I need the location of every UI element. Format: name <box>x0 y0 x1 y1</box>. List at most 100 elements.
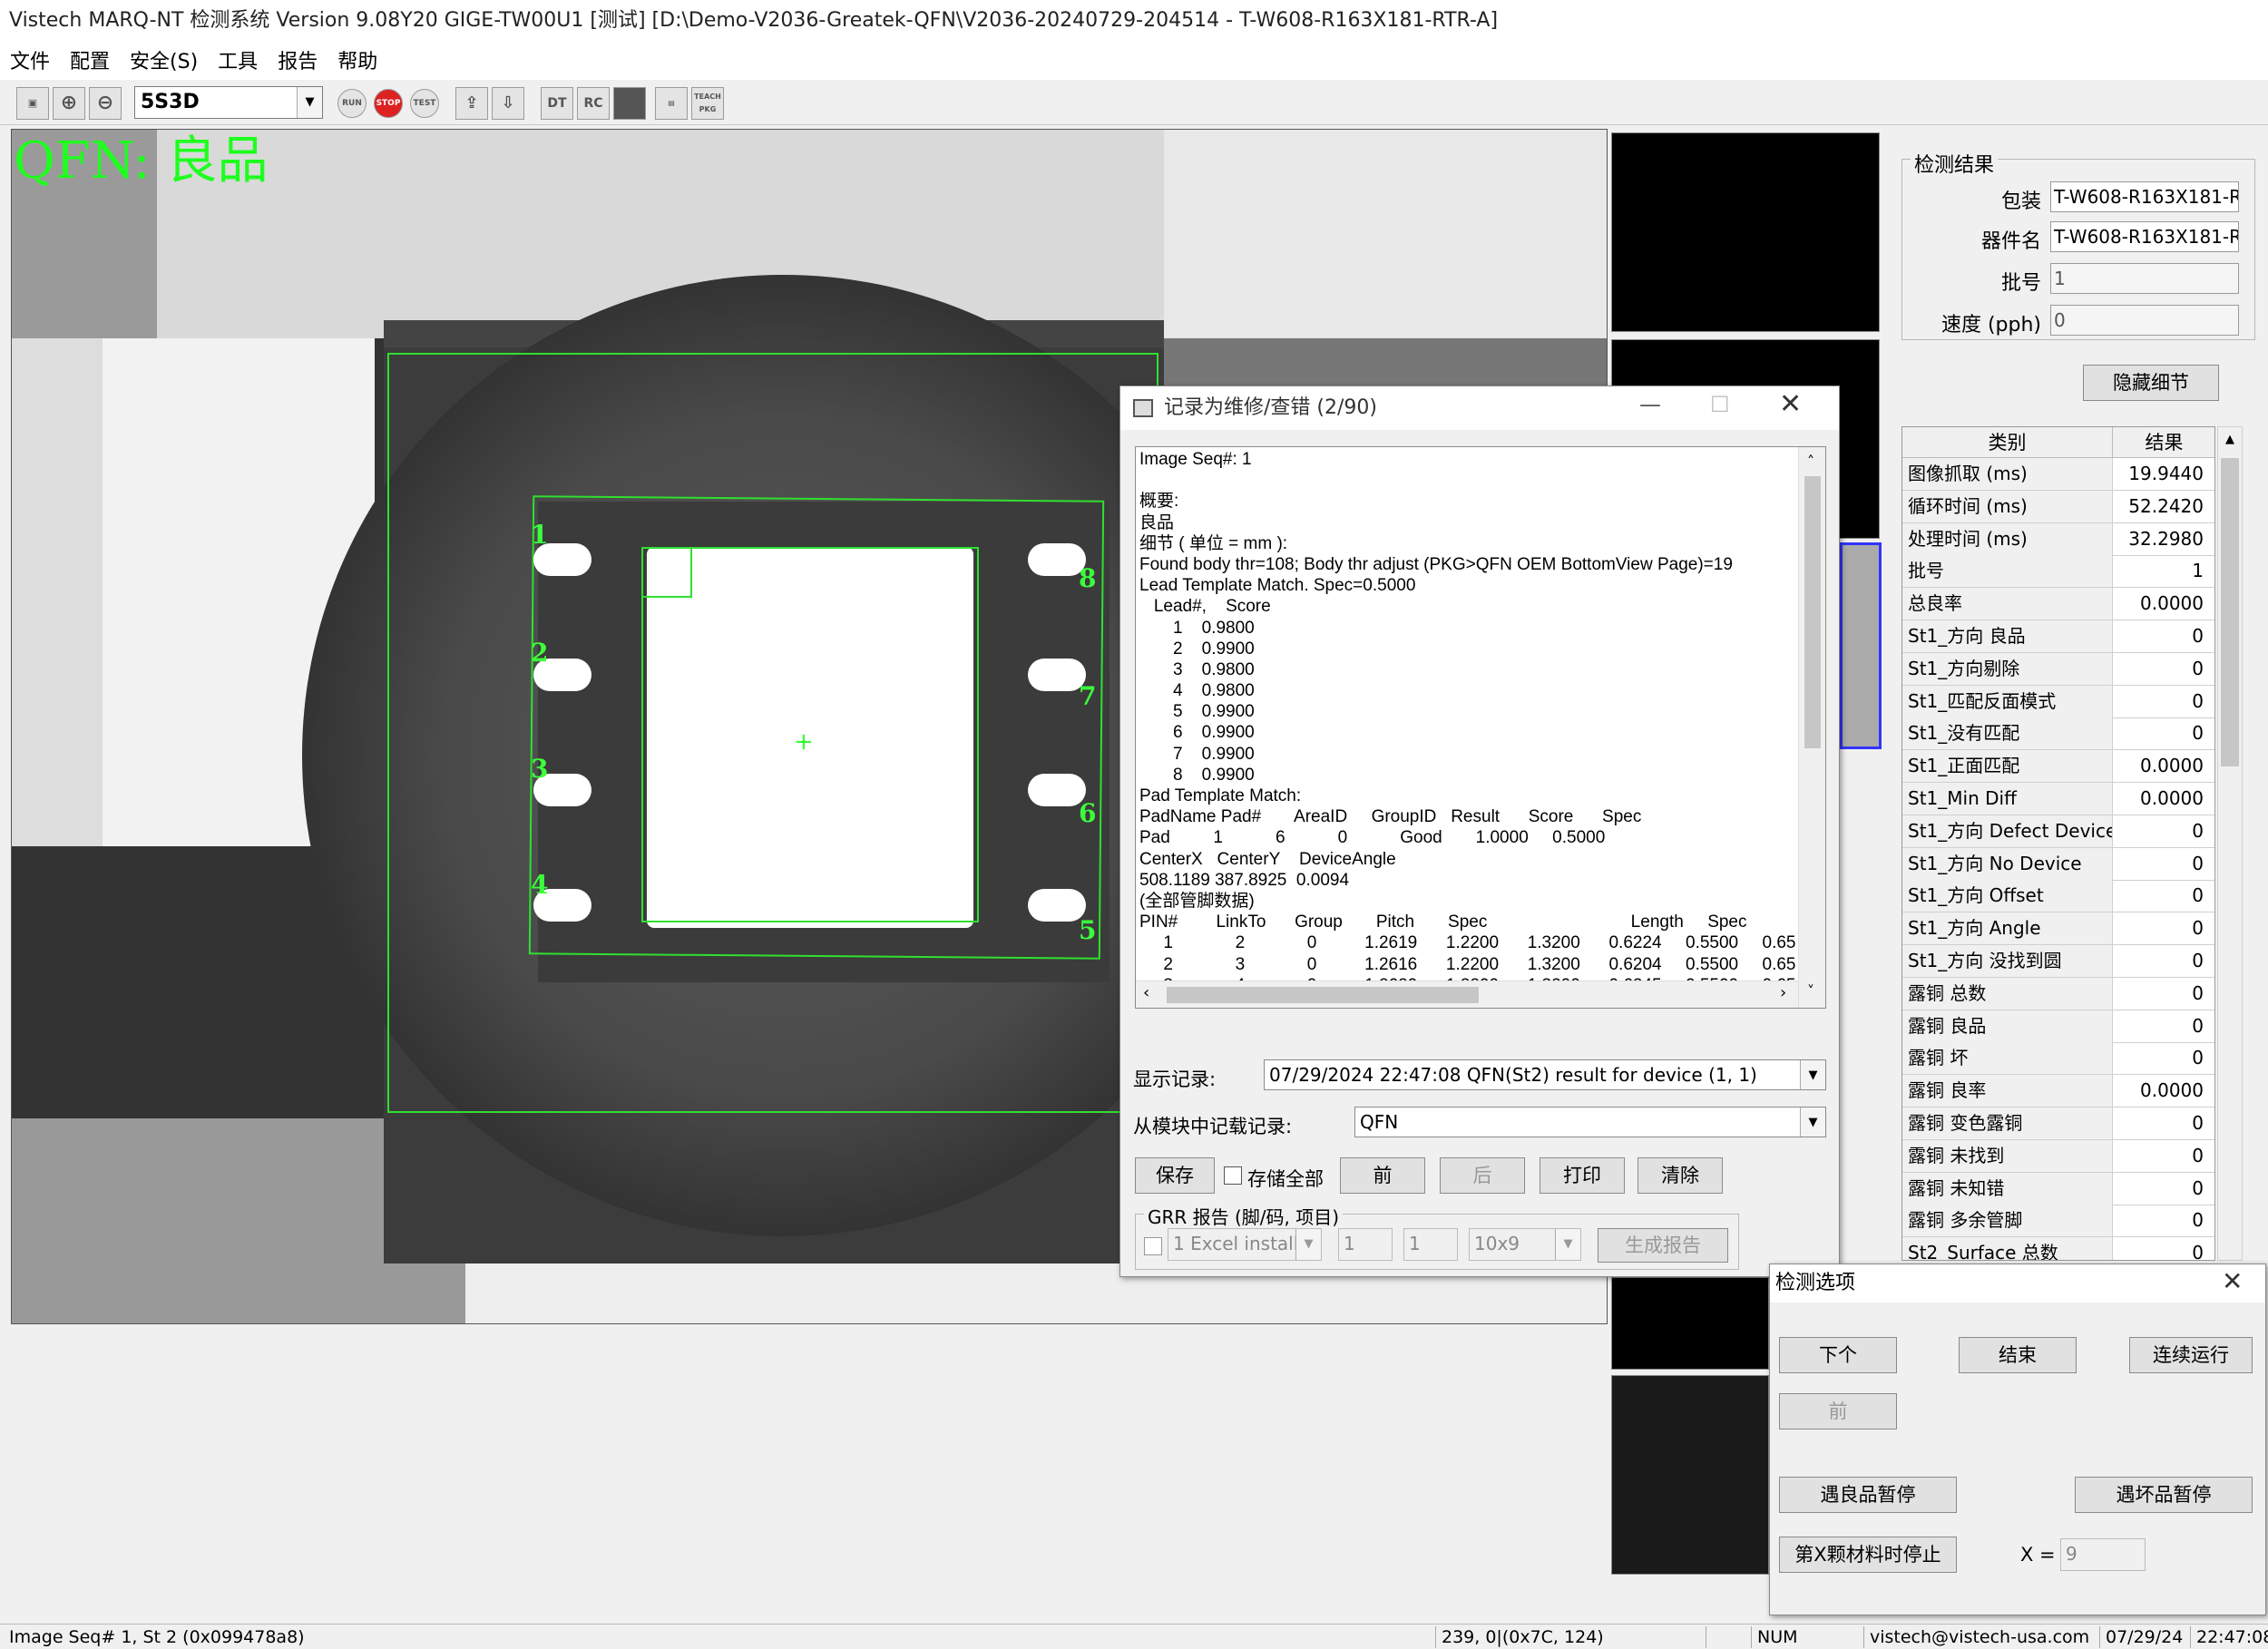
table-row[interactable]: 露铜 未知错 0 <box>1902 1172 2214 1205</box>
test-button[interactable]: TEST <box>410 89 439 118</box>
table-row[interactable]: 批号 1 <box>1902 555 2214 589</box>
save-image-button[interactable] <box>613 87 646 120</box>
speed-field[interactable]: 0 <box>2050 305 2239 336</box>
log-vscroll[interactable]: ˄ ˅ <box>1798 447 1825 1008</box>
scroll-down-icon[interactable]: ˅ <box>1807 982 1814 1000</box>
scroll-up-icon[interactable]: ˄ <box>1807 453 1814 470</box>
table-row[interactable]: 露铜 总数 0 <box>1902 977 2214 1010</box>
config-select[interactable]: 5S3D ▼ <box>134 86 323 119</box>
table-row[interactable]: St1_没有匹配 0 <box>1902 717 2214 751</box>
table-row[interactable]: 露铜 多余管脚 0 <box>1902 1205 2214 1238</box>
table-row[interactable]: St1_匹配反面模式 0 <box>1902 685 2214 718</box>
lot-field[interactable]: 1 <box>2050 263 2239 294</box>
results-table[interactable]: 类别 结果 图像抓取 (ms) 19.9440 循环时间 (ms) 52.2420 处理… <box>1901 426 2215 1261</box>
stop-button[interactable]: STOP <box>374 89 403 118</box>
prev-button[interactable]: 前 <box>1779 1393 1897 1429</box>
clear-button[interactable]: 清除 <box>1637 1157 1723 1194</box>
station-thumbnail-selected[interactable] <box>1840 542 1882 749</box>
table-row[interactable]: St1_方向 Offset 0 <box>1902 880 2214 913</box>
scroll-up-icon[interactable]: ▲ <box>2218 427 2242 453</box>
menu-security[interactable]: 安全(S) <box>120 44 208 81</box>
table-row[interactable]: St2_Surface 总数 0 <box>1902 1237 2214 1260</box>
table-row[interactable]: St1_方向 No Device 0 <box>1902 847 2214 881</box>
x-field[interactable]: 9 <box>2060 1538 2146 1571</box>
table-row[interactable]: 露铜 未找到 0 <box>1902 1139 2214 1173</box>
zoom-in-icon[interactable]: ⊕ <box>53 87 85 120</box>
results-scrollbar[interactable]: ▲ <box>2217 426 2243 1261</box>
table-row[interactable]: St1_Min Diff 0.0000 <box>1902 783 2214 815</box>
end-button[interactable]: 结束 <box>1959 1337 2077 1373</box>
table-row[interactable]: St1_方向 没找到圆 0 <box>1902 945 2214 978</box>
close-icon[interactable]: ✕ <box>2222 1266 2243 1296</box>
prev-record-button[interactable]: 前 <box>1340 1157 1425 1194</box>
column-header-category[interactable]: 类别 <box>1902 427 2113 458</box>
table-row[interactable]: St1_方向 良品 0 <box>1902 620 2214 653</box>
table-row[interactable]: 露铜 良率 0.0000 <box>1902 1075 2214 1108</box>
scroll-thumb[interactable] <box>1804 476 1821 748</box>
table-row[interactable]: 露铜 良品 0 <box>1902 1010 2214 1043</box>
scroll-left-icon[interactable]: ‹ <box>1143 983 1149 1002</box>
module-select[interactable]: QFN ▼ <box>1354 1107 1826 1137</box>
row-category: 露铜 总数 <box>1902 977 2113 1010</box>
table-row[interactable]: 露铜 坏 0 <box>1902 1042 2214 1076</box>
table-row[interactable]: 循环时间 (ms) 52.2420 <box>1902 490 2214 523</box>
row-result: 0 <box>2192 1014 2204 1037</box>
table-row[interactable]: St1_方向剔除 0 <box>1902 652 2214 686</box>
disk-icon[interactable]: ▤ <box>655 87 688 120</box>
scroll-thumb[interactable] <box>1167 987 1479 1003</box>
device-name-field[interactable]: T-W608-R163X181-RT <box>2050 221 2239 252</box>
teach-pkg-button[interactable]: TEACH PKG <box>691 87 724 120</box>
grr-field-b[interactable]: 1 <box>1403 1228 1458 1261</box>
log-hscroll[interactable]: ‹ › <box>1136 981 1798 1008</box>
table-row[interactable]: St1_方向 Angle 0 <box>1902 912 2214 946</box>
dt-button[interactable]: DT <box>541 87 573 120</box>
stop-at-nth-button[interactable]: 第X颗材料时停止 <box>1779 1537 1957 1573</box>
save-all-checkbox[interactable] <box>1224 1166 1242 1185</box>
table-row[interactable]: 露铜 变色露铜 0 <box>1902 1107 2214 1140</box>
table-row[interactable]: 总良率 0.0000 <box>1902 588 2214 621</box>
menu-config[interactable]: 配置 <box>60 44 120 81</box>
options-title: 检测选项 <box>1770 1264 2265 1303</box>
table-row[interactable]: St1_正面匹配 0.0000 <box>1902 750 2214 784</box>
record-log[interactable]: Image Seq#: 1 概要: 良品 细节 ( 单位 = mm ): Found b… <box>1135 446 1826 1009</box>
column-header-result[interactable]: 结果 <box>2113 427 2214 458</box>
package-field[interactable]: T-W608-R163X181-RT <box>2050 181 2239 212</box>
grr-checkbox[interactable] <box>1144 1237 1162 1255</box>
table-row[interactable]: St1_方向 Defect Device 0 <box>1902 815 2214 848</box>
rc-button[interactable]: RC <box>577 87 610 120</box>
minimize-icon[interactable]: — <box>1639 392 1661 417</box>
open-folder-icon[interactable]: ⇪ <box>455 87 488 120</box>
log-line: 2 0.9900 <box>1139 639 1255 659</box>
menu-report[interactable]: 报告 <box>268 44 327 81</box>
close-icon[interactable]: ✕ <box>1779 388 1802 420</box>
generate-report-button[interactable]: 生成报告 <box>1598 1228 1728 1263</box>
camera-icon[interactable]: ▣ <box>16 87 49 120</box>
station-thumbnail[interactable] <box>1611 132 1880 332</box>
menu-tools[interactable]: 工具 <box>208 44 268 81</box>
row-category: St1_方向 Offset <box>1902 880 2113 912</box>
grr-excel-select[interactable]: 1 Excel installed ▼ <box>1168 1228 1322 1261</box>
continuous-run-button[interactable]: 连续运行 <box>2129 1337 2253 1373</box>
next-button[interactable]: 下个 <box>1779 1337 1897 1373</box>
zoom-out-icon[interactable]: ⊖ <box>89 87 122 120</box>
run-button[interactable]: RUN <box>337 89 367 118</box>
row-result: 0 <box>2192 657 2204 679</box>
station-thumbnail[interactable] <box>1611 1277 1769 1370</box>
print-button[interactable]: 打印 <box>1540 1157 1625 1194</box>
pause-on-bad-button[interactable]: 遇坏品暂停 <box>2075 1477 2253 1513</box>
next-record-button[interactable]: 后 <box>1440 1157 1525 1194</box>
pause-on-good-button[interactable]: 遇良品暂停 <box>1779 1477 1957 1513</box>
scroll-right-icon[interactable]: › <box>1780 983 1786 1002</box>
save-button[interactable]: 保存 <box>1135 1157 1215 1194</box>
grr-size-select[interactable]: 10x9 ▼ <box>1469 1228 1581 1261</box>
show-record-select[interactable]: 07/29/2024 22:47:08 QFN(St2) result for … <box>1264 1059 1826 1090</box>
save-folder-icon[interactable]: ⇩ <box>492 87 524 120</box>
scroll-thumb[interactable] <box>2221 458 2239 766</box>
menu-file[interactable]: 文件 <box>0 44 60 81</box>
hide-details-button[interactable]: 隐藏细节 <box>2083 365 2219 401</box>
grr-field-a[interactable]: 1 <box>1338 1228 1393 1261</box>
station-thumbnail[interactable] <box>1611 1375 1769 1575</box>
menu-help[interactable]: 帮助 <box>327 44 387 81</box>
table-row[interactable]: 图像抓取 (ms) 19.9440 <box>1902 458 2214 491</box>
table-row[interactable]: 处理时间 (ms) 32.2980 <box>1902 522 2214 556</box>
